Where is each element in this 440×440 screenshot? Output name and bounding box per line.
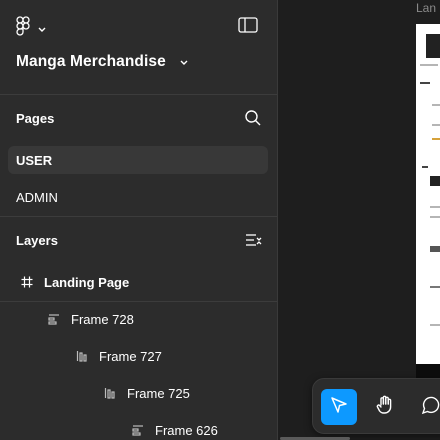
vertical-autolayout-icon — [73, 347, 91, 365]
preview-text-line — [420, 64, 438, 66]
search-button[interactable] — [244, 109, 262, 132]
file-name: Manga Merchandise — [16, 53, 166, 70]
main-menu-button[interactable] — [16, 16, 46, 41]
hand-tool-button[interactable] — [367, 389, 403, 425]
search-icon — [244, 110, 262, 131]
divider — [0, 216, 277, 217]
preview-text-line — [430, 324, 440, 326]
pages-section-title: Pages — [16, 111, 55, 126]
horizontal-autolayout-icon — [45, 310, 63, 328]
hand-icon — [374, 394, 396, 421]
layer-row-frame-728[interactable]: Frame 728 — [0, 302, 277, 336]
landing-page-frame-preview[interactable] — [416, 24, 440, 364]
layers-options-button[interactable] — [244, 232, 262, 253]
left-sidebar: Manga Merchandise Pages USER ADMIN Layer… — [0, 0, 278, 440]
preview-text-line — [430, 216, 440, 218]
preview-text-line — [422, 166, 428, 168]
preview-text-line — [432, 124, 440, 126]
preview-text-line — [420, 82, 430, 84]
preview-image — [430, 176, 440, 186]
page-item-admin[interactable]: ADMIN — [8, 183, 268, 211]
layer-label: Frame 727 — [99, 348, 162, 364]
sidebar-toggle-button[interactable] — [238, 17, 258, 38]
move-cursor-icon — [329, 395, 349, 420]
collapse-layers-icon — [244, 234, 262, 252]
chevron-down-icon — [180, 53, 188, 71]
file-name-dropdown[interactable]: Manga Merchandise — [16, 53, 188, 71]
preview-text-line — [432, 104, 440, 106]
comment-icon — [420, 394, 440, 421]
bottom-toolbar — [312, 378, 440, 434]
layer-row-frame-626[interactable]: Frame 626 — [0, 413, 277, 440]
frame-hash-icon — [18, 273, 36, 291]
layer-row-landing-page[interactable]: Landing Page — [0, 265, 277, 299]
layer-label: Frame 728 — [71, 311, 134, 327]
preview-image — [430, 246, 440, 252]
sidebar-header — [0, 0, 277, 50]
preview-image — [426, 34, 440, 58]
page-item-user[interactable]: USER — [8, 146, 268, 174]
sidebar-toggle-icon — [238, 17, 258, 37]
layers-section-title: Layers — [16, 233, 58, 248]
figma-logo-icon — [16, 16, 32, 41]
layer-row-frame-725[interactable]: Frame 725 — [0, 376, 277, 410]
preview-text-line — [430, 206, 440, 208]
layer-label: Frame 626 — [155, 422, 218, 438]
preview-accent-line — [432, 138, 440, 140]
vertical-autolayout-icon — [101, 384, 119, 402]
page-item-label: ADMIN — [16, 189, 58, 205]
chevron-down-icon — [38, 20, 46, 38]
frame-name-label[interactable]: Lan — [416, 1, 436, 15]
move-tool-button[interactable] — [321, 389, 357, 425]
preview-text-line — [430, 286, 440, 288]
horizontal-autolayout-icon — [129, 421, 147, 439]
layer-label: Landing Page — [44, 274, 130, 290]
page-item-label: USER — [16, 152, 53, 168]
comment-tool-button[interactable] — [413, 389, 440, 425]
layer-row-frame-727[interactable]: Frame 727 — [0, 339, 277, 373]
divider — [0, 94, 277, 95]
layer-label: Frame 725 — [127, 385, 190, 401]
